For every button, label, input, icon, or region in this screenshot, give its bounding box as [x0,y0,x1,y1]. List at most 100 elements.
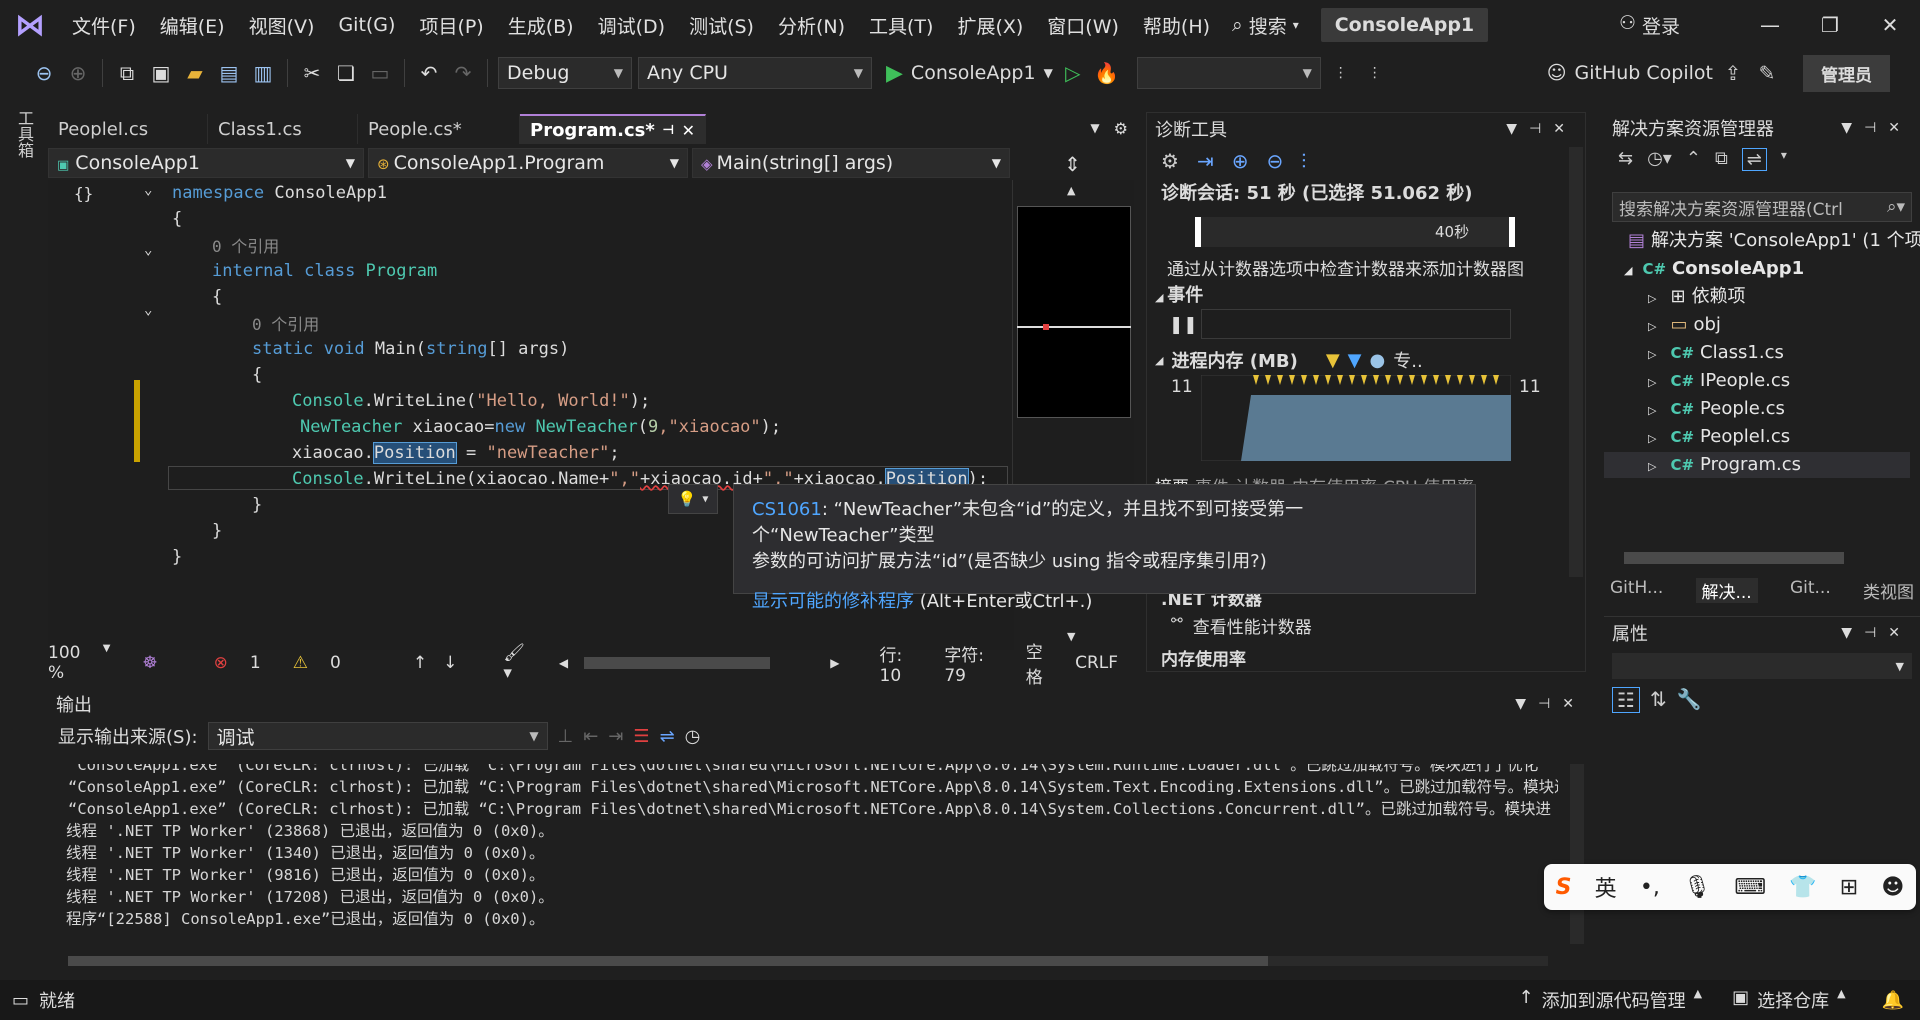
toolbar-overflow-icon[interactable]: ⋮ [1361,59,1389,87]
horizontal-scroll-left-icon[interactable]: ◀ [559,656,568,670]
error-code-link[interactable]: CS1061 [752,499,822,520]
scroll-thumb[interactable] [68,956,1268,966]
tree-item-people[interactable]: ▷ C# People.cs [1648,396,1785,422]
login-button[interactable]: ⚇ 登录 [1619,12,1680,39]
char-indicator[interactable]: 字符: 79 [944,641,1009,686]
switch-views-icon[interactable]: ⇆ [1618,148,1633,171]
class-dropdown[interactable]: ⊛ ConsoleApp1.Program ▼ [368,148,688,178]
history-icon[interactable]: ◷▾ [1647,148,1672,171]
tab-git[interactable]: Git... [1790,578,1831,603]
view-performance-counters-link[interactable]: ⚯ 查看性能计数器 [1171,613,1312,638]
tree-item-obj[interactable]: ▷ ▭ obj [1648,312,1721,338]
code-cleanup-icon[interactable]: 🖌▾ [503,643,533,683]
tree-item-peoplei[interactable]: ▷ C# PeopleI.cs [1648,424,1790,450]
microphone-icon[interactable]: 🎙 [1683,875,1711,900]
tree-item-dependencies[interactable]: ▷ ⊞ 依赖项 [1648,284,1746,310]
show-all-files-icon[interactable]: ⧉ [1715,148,1728,171]
timeline-ruler[interactable]: 40秒 [1195,217,1515,247]
open-folder-icon[interactable]: ▰ [181,59,209,87]
tree-item-class1[interactable]: ▷ C# Class1.cs [1648,340,1784,366]
menu-build[interactable]: 生成(B) [496,12,586,39]
solution-configuration-dropdown[interactable]: Debug ▼ [498,57,632,89]
pause-icon[interactable]: ❚❚ [1169,315,1198,335]
word-wrap-icon[interactable]: ⇌ [660,726,675,747]
process-memory-section[interactable]: ◢ 进程内存 (MB) ▼ ▼ ● 专.. [1155,347,1423,373]
timeline-handle-left[interactable] [1195,217,1201,247]
collapse-icon[interactable]: ⌄ [144,302,152,318]
tab-github[interactable]: GitH... [1610,578,1663,603]
tab-people[interactable]: People.cs* [358,114,520,144]
categorized-icon[interactable]: ☷ [1612,687,1640,713]
reference-count[interactable]: 0 个引用 [212,234,279,260]
forward-icon[interactable]: ⊕ [64,59,92,87]
keyboard-icon[interactable]: ⌨ [1734,875,1766,900]
tab-class1[interactable]: Class1.cs [208,114,358,144]
close-icon[interactable]: ✕ [682,121,695,140]
tree-item-ipeople[interactable]: ▷ C# IPeople.cs [1648,368,1790,394]
tab-program[interactable]: Program.cs* ⊣ ✕ [520,114,706,144]
collapse-all-icon[interactable]: ⌃ [1686,148,1701,171]
zoom-dropdown[interactable]: 100 % ▼ [48,643,126,683]
minimap-viewport[interactable] [1017,206,1131,418]
previous-message-icon[interactable]: ⇤ [583,726,598,747]
line-ending-indicator[interactable]: CRLF [1075,653,1118,673]
minimize-button[interactable]: — [1740,13,1800,37]
save-all-icon[interactable]: ▥ [249,59,277,87]
save-icon[interactable]: ▤ [215,59,243,87]
solution-horizontal-scrollbar[interactable] [1624,552,1844,564]
tree-item-program[interactable]: ▷ C# Program.cs [1648,452,1801,478]
menu-help[interactable]: 帮助(H) [1131,12,1222,39]
scroll-up-icon[interactable]: ▲ [1067,184,1075,197]
panel-controls[interactable]: ▼⊣✕ [1841,120,1912,136]
menu-edit[interactable]: 编辑(E) [148,12,237,39]
toolbox-tab[interactable]: 工具箱 [12,110,36,158]
reference-count[interactable]: 0 个引用 [252,312,319,338]
redo-icon[interactable]: ↷ [449,59,477,87]
menu-extensions[interactable]: 扩展(X) [945,12,1035,39]
punctuation-icon[interactable]: •, [1640,875,1660,900]
copy-icon[interactable]: ❏ [332,59,360,87]
tab-class-view[interactable]: 类视图 [1863,578,1914,603]
tab-peoplei[interactable]: PeopleI.cs [48,114,208,144]
solution-search-input[interactable]: 搜索解决方案资源管理器(Ctrl ⌕▾ [1612,192,1912,222]
clear-all-icon[interactable]: ☰ [633,726,649,747]
export-icon[interactable]: ⇥ [1197,149,1214,173]
search-button[interactable]: ⌕ 搜索 ▾ [1222,12,1309,39]
reset-zoom-icon[interactable]: ⫶ [1301,149,1306,173]
member-dropdown[interactable]: ◈ Main(string[] args) ▼ [692,148,1010,178]
tab-solution[interactable]: 解决... [1695,578,1758,603]
cut-icon[interactable]: ✂ [298,59,326,87]
new-project-icon[interactable]: ⧉ [113,59,141,87]
show-fixes-link[interactable]: 显示可能的修补程序 [752,591,914,612]
zoom-out-icon[interactable]: ⊖ [1266,149,1283,173]
whitespace-indicator[interactable]: 空格 [1026,638,1059,688]
timeline-handle-right[interactable] [1509,217,1515,247]
horizontal-scrollbar[interactable] [584,657,771,669]
add-item-icon[interactable]: ▣ [147,59,175,87]
solution-node[interactable]: ▤ 解决方案 'ConsoleApp1' (1 个项 [1628,228,1920,254]
line-indicator[interactable]: 行: 10 [880,641,929,686]
output-source-dropdown[interactable]: 调试 ▼ [207,722,548,750]
panel-controls[interactable]: ▼⊣✕ [1841,625,1912,641]
empty-dropdown[interactable]: ▼ [1136,57,1321,89]
project-node[interactable]: ◢ C# ConsoleApp1 [1624,256,1804,282]
properties-object-dropdown[interactable]: ▼ [1612,653,1912,679]
find-message-icon[interactable]: ⊥ [558,726,574,747]
menu-project[interactable]: 项目(P) [407,12,495,39]
lightbulb-button[interactable]: 💡 ▼ [668,484,718,514]
quick-actions-icon[interactable]: {} [74,184,93,203]
sync-active-document-icon[interactable]: ⇌ [1741,148,1767,171]
visual-studio-logo-icon[interactable]: ⋈ [0,8,60,43]
gear-icon[interactable]: ⚙ [1161,149,1179,173]
menu-window[interactable]: 窗口(W) [1035,12,1131,39]
start-without-debugging-icon[interactable]: ▷ [1059,59,1087,87]
toolbox-grid-icon[interactable]: ⊞ [1840,875,1858,900]
diagnostic-scrollbar[interactable] [1569,147,1583,577]
collapse-icon[interactable]: ⌄ [144,182,152,198]
back-icon[interactable]: ⊖ [30,59,58,87]
output-horizontal-scrollbar[interactable] [68,956,1548,966]
add-to-source-control-button[interactable]: ↑ 添加到源代码管理 ▲ [1519,987,1703,1013]
menu-test[interactable]: 测试(S) [677,12,766,39]
sogou-logo-icon[interactable]: S [1556,875,1572,900]
horizontal-scroll-right-icon[interactable]: ▶ [830,656,839,670]
